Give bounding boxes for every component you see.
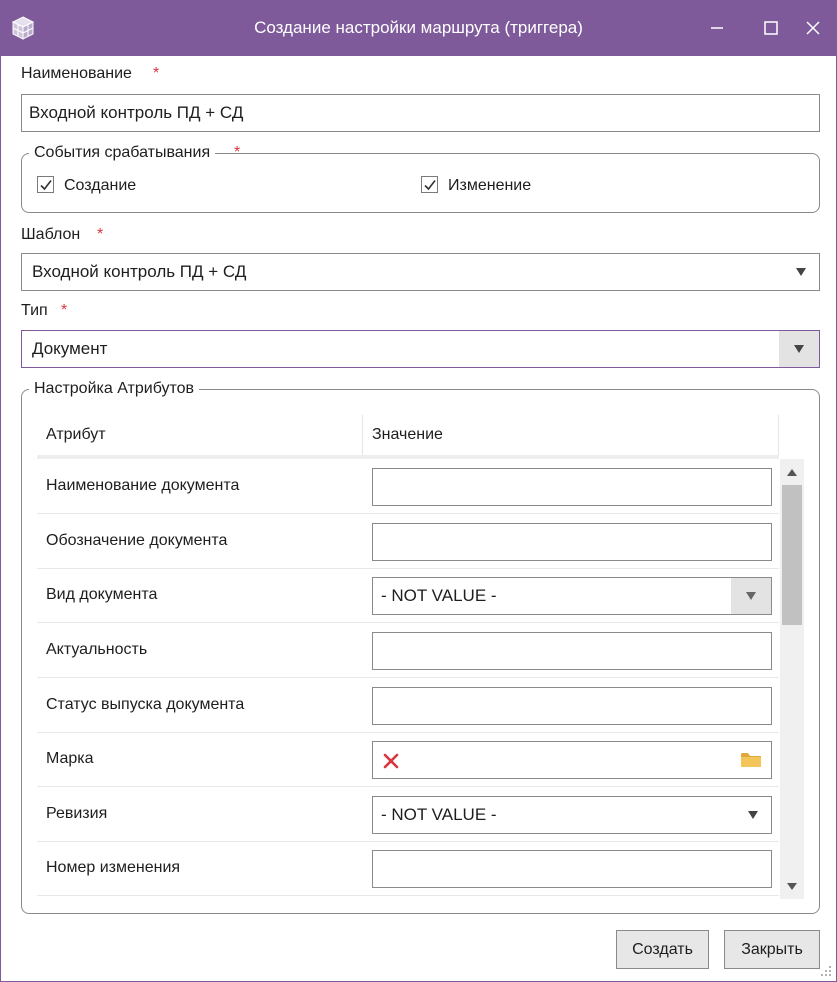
column-header-value[interactable]: Значение	[372, 415, 443, 455]
type-label: Тип	[21, 302, 48, 319]
attribute-name: Актуальность	[46, 641, 148, 658]
table-row: Марка	[37, 732, 779, 787]
attribute-name: Статус выпуска документа	[46, 696, 245, 713]
required-mark: *	[153, 65, 160, 82]
name-label: Наименование	[21, 65, 132, 82]
attributes-group-title-text: Настройка Атрибутов	[34, 380, 195, 397]
scroll-thumb[interactable]	[782, 485, 802, 625]
scroll-down-button[interactable]	[780, 875, 804, 897]
table-row: Статус выпуска документа	[37, 678, 779, 733]
column-separator[interactable]	[362, 415, 363, 455]
attribute-value-picker[interactable]	[372, 741, 772, 779]
create-event-label[interactable]: Создание	[64, 177, 136, 195]
attributes-grid-header: Атрибут Значение	[37, 415, 779, 459]
attribute-value-combo[interactable]: - NOT VALUE -	[372, 796, 772, 834]
attributes-scrollbar[interactable]	[780, 459, 804, 899]
checkmark-icon	[40, 180, 52, 191]
table-row: Вид документа - NOT VALUE -	[37, 568, 779, 623]
table-row: Ревизия - NOT VALUE -	[37, 787, 779, 842]
table-row: Наименование документа	[37, 459, 779, 514]
combo-dropdown-button[interactable]	[731, 578, 771, 614]
attribute-name: Наименование документа	[46, 477, 240, 494]
required-mark: *	[97, 226, 104, 243]
attribute-value-input[interactable]	[372, 632, 772, 670]
name-input[interactable]: Входной контроль ПД + СД	[21, 94, 820, 132]
attribute-value-combo[interactable]: - NOT VALUE -	[372, 577, 772, 615]
attribute-value-input[interactable]	[372, 687, 772, 725]
attribute-name: Ревизия	[46, 805, 108, 822]
change-event-label[interactable]: Изменение	[448, 177, 531, 195]
maximize-button[interactable]	[754, 11, 788, 45]
attribute-name: Номер изменения	[46, 859, 181, 876]
chevron-down-icon	[746, 592, 756, 600]
minimize-icon	[711, 27, 723, 29]
required-mark: *	[61, 302, 68, 319]
template-combo-value: Входной контроль ПД + СД	[32, 262, 247, 281]
template-combo[interactable]: Входной контроль ПД + СД	[21, 253, 820, 291]
attribute-name: Марка	[46, 750, 94, 767]
minimize-button[interactable]	[700, 11, 734, 45]
clear-x-icon[interactable]	[383, 753, 399, 769]
required-mark: *	[234, 144, 241, 161]
type-combo[interactable]: Документ	[21, 330, 820, 368]
close-window-button[interactable]	[796, 11, 830, 45]
resize-grip-icon[interactable]	[820, 965, 832, 977]
table-row: Обозначение документа	[37, 514, 779, 569]
attribute-value-input[interactable]	[372, 850, 772, 888]
attribute-combo-value: - NOT VALUE -	[381, 586, 497, 605]
chevron-down-icon	[748, 811, 758, 819]
attribute-name: Вид документа	[46, 586, 158, 603]
title-bar[interactable]: Создание настройки маршрута (триггера)	[1, 1, 836, 56]
type-combo-value: Документ	[32, 339, 108, 358]
maximize-icon	[764, 21, 778, 35]
dialog-window: Создание настройки маршрута (триггера) Н…	[0, 0, 837, 982]
create-event-checkbox[interactable]	[37, 176, 54, 193]
column-separator[interactable]	[778, 415, 779, 455]
table-row: Номер изменения	[37, 841, 779, 896]
chevron-down-icon	[796, 268, 806, 276]
trigger-events-title-text: События срабатывания	[34, 144, 211, 161]
close-icon	[806, 21, 820, 35]
template-label: Шаблон	[21, 226, 81, 243]
folder-icon[interactable]	[740, 751, 762, 769]
attribute-name: Обозначение документа	[46, 532, 228, 549]
table-row: Актуальность	[37, 623, 779, 678]
attributes-group-title: Настройка Атрибутов	[29, 380, 200, 398]
scroll-up-button[interactable]	[780, 461, 804, 483]
arrow-down-icon	[787, 882, 797, 890]
arrow-up-icon	[787, 468, 797, 476]
checkmark-icon	[424, 180, 436, 191]
chevron-down-icon	[794, 345, 804, 353]
attribute-value-input[interactable]	[372, 468, 772, 506]
column-header-attribute[interactable]: Атрибут	[46, 415, 106, 455]
type-combo-dropdown-button[interactable]	[779, 331, 819, 367]
close-button[interactable]: Закрыть	[724, 930, 820, 969]
attribute-value-input[interactable]	[372, 523, 772, 561]
change-event-checkbox[interactable]	[421, 176, 438, 193]
trigger-events-title: События срабатывания	[29, 144, 216, 162]
attribute-combo-value: - NOT VALUE -	[381, 805, 497, 824]
create-button[interactable]: Создать	[616, 930, 709, 969]
